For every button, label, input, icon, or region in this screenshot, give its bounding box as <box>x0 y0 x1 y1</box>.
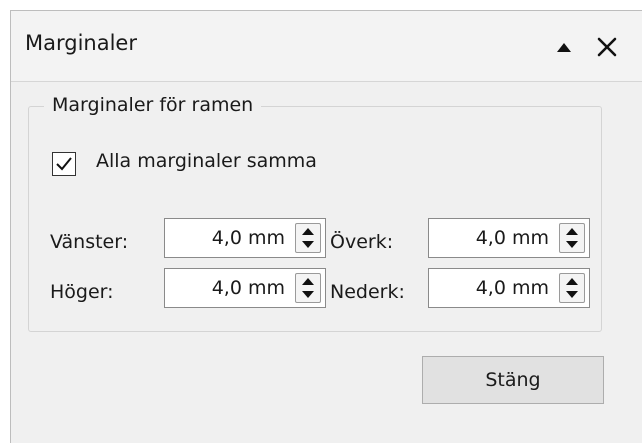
close-button[interactable]: Stäng <box>422 356 604 404</box>
dialog-titlebar: Marginaler <box>11 11 642 82</box>
top-margin-stepper-icon[interactable] <box>559 223 585 253</box>
groupbox-legend: Marginaler för ramen <box>44 94 262 116</box>
bottom-margin-label: Nederk: <box>330 281 405 303</box>
right-margin-value[interactable]: 4,0 mm <box>212 277 285 299</box>
right-margin-stepper-icon[interactable] <box>295 273 321 303</box>
bottom-margin-spinbox[interactable]: 4,0 mm <box>428 268 590 308</box>
left-margin-label: Vänster: <box>50 231 129 253</box>
left-margin-value[interactable]: 4,0 mm <box>212 227 285 249</box>
top-margin-value[interactable]: 4,0 mm <box>476 227 549 249</box>
all-margins-same-checkbox[interactable] <box>52 152 76 176</box>
close-icon[interactable] <box>589 29 625 65</box>
collapse-triangle-icon[interactable] <box>549 37 579 59</box>
left-margin-stepper-icon[interactable] <box>295 223 321 253</box>
top-margin-spinbox[interactable]: 4,0 mm <box>428 218 590 258</box>
right-margin-label: Höger: <box>50 281 114 303</box>
all-margins-same-label: Alla marginaler samma <box>96 150 317 172</box>
dialog-title: Marginaler <box>25 31 137 55</box>
right-margin-spinbox[interactable]: 4,0 mm <box>164 268 326 308</box>
left-margin-spinbox[interactable]: 4,0 mm <box>164 218 326 258</box>
bottom-margin-stepper-icon[interactable] <box>559 273 585 303</box>
checkmark-icon <box>56 157 72 171</box>
top-margin-label: Överk: <box>330 231 394 253</box>
bottom-margin-value[interactable]: 4,0 mm <box>476 277 549 299</box>
